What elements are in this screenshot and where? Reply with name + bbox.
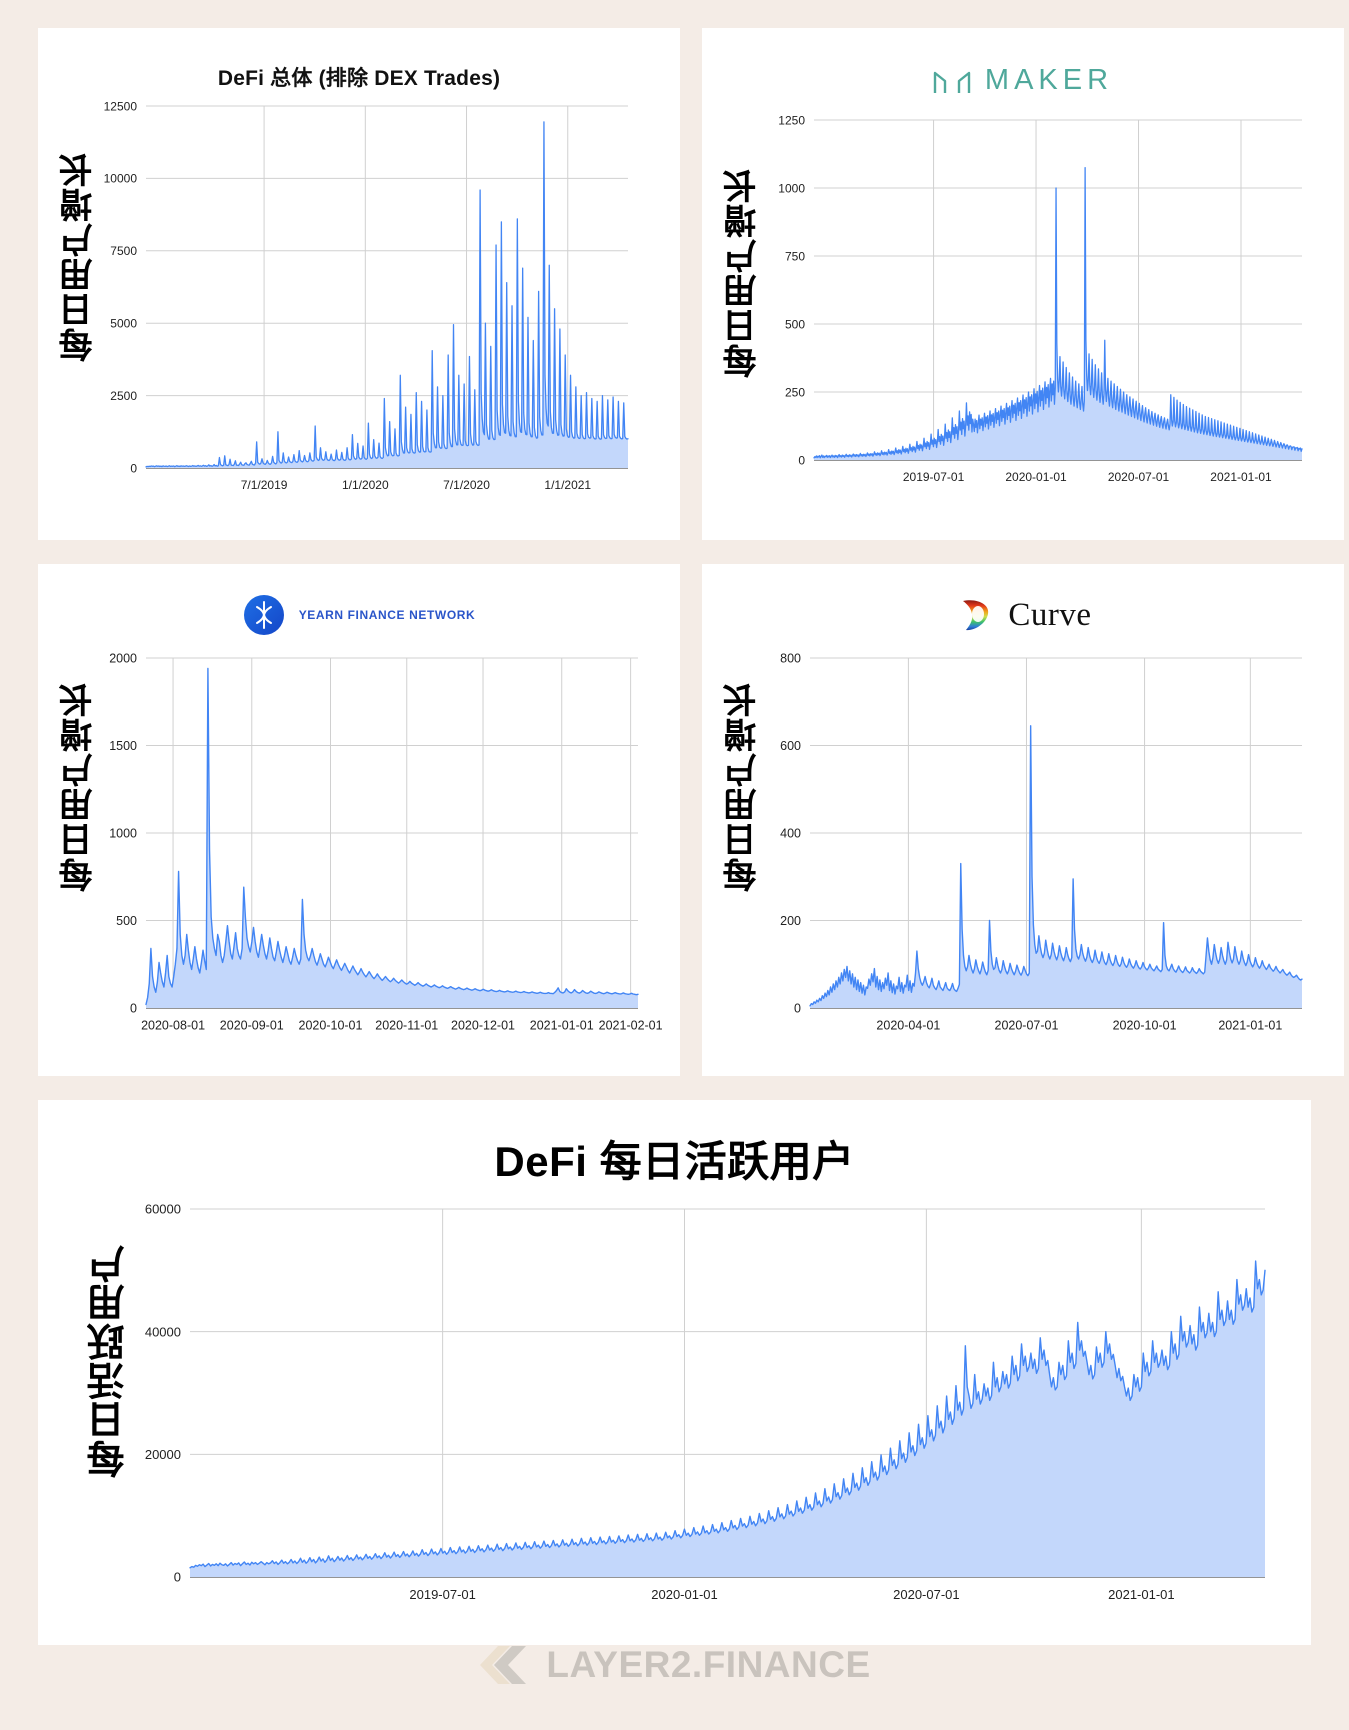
- panel-defi-dau-plot: 0 20000 40000 60000 2019-07-01 2020-01-01 2020…: [38, 1189, 1311, 1629]
- series-area: [814, 167, 1302, 460]
- curve-logo-icon: [963, 600, 989, 631]
- y-tick-label: 0: [794, 1002, 801, 1016]
- maker-logo-icon: [933, 71, 971, 93]
- x-tick-label: 2019-07-01: [409, 1587, 476, 1602]
- x-tick-label: 7/1/2020: [443, 478, 490, 492]
- y-tick-label: 20000: [145, 1447, 181, 1462]
- x-tick-label: 2020-07-01: [1108, 470, 1170, 484]
- maker-logo-text: MAKER: [984, 63, 1114, 96]
- panel-defi-total-plot: 0 2500 5000 7500 10000 12500 7/1/2019 1/1/2020 7…: [38, 92, 680, 512]
- y-tick-label: 12500: [104, 99, 138, 113]
- chart-svg-yearn: 0 500 1000 1500 2000 2020-08-01 2020-09-01 2020…: [109, 652, 663, 1033]
- x-tick-label: 2020-04-01: [876, 1019, 940, 1033]
- panel-yearn-plot: 0 500 1000 1500 2000 2020-08-01 2020-09-01 2020…: [38, 642, 680, 1052]
- x-tick-label: 2019-07-01: [903, 470, 965, 484]
- y-tick-label: 7500: [110, 244, 137, 258]
- series-area: [190, 1261, 1265, 1577]
- x-tick-label: 2021-01-01: [1210, 470, 1272, 484]
- y-tick-label: 1000: [109, 827, 137, 841]
- y-tick-label: 1500: [109, 739, 137, 753]
- x-tick-label: 2020-10-01: [299, 1019, 363, 1033]
- chart-svg-curve: 0 200 400 600 800 2020-04-01 2020-07-01 2020-10…: [780, 652, 1303, 1033]
- layer2-chevron-logo-icon: [480, 1646, 527, 1684]
- x-tick-label: 2021-01-01: [530, 1019, 594, 1033]
- y-tick-label: 0: [798, 453, 805, 467]
- y-tick-label: 200: [780, 914, 801, 928]
- yearn-finance-logo-icon: [243, 595, 284, 635]
- curve-logo-text: Curve: [1008, 596, 1092, 633]
- y-tick-label: 500: [785, 317, 805, 331]
- x-tick-label: 2020-11-01: [375, 1019, 438, 1033]
- x-tick-label: 2020-07-01: [893, 1587, 960, 1602]
- series-area: [146, 668, 638, 1008]
- panel-maker-plot: 0 250 500 750 1000 1250 2019-07-01 2020-01-01 20…: [702, 106, 1344, 504]
- x-tick-label: 2021-01-01: [1108, 1587, 1175, 1602]
- y-tick-label: 2500: [110, 389, 137, 403]
- y-tick-label: 1000: [778, 181, 805, 195]
- y-tick-label: 2000: [109, 652, 137, 666]
- x-tick-label: 7/1/2019: [241, 478, 288, 492]
- x-tick-label: 2020-09-01: [220, 1019, 284, 1033]
- y-tick-label: 1250: [778, 113, 805, 127]
- x-tick-label: 2020-08-01: [141, 1019, 205, 1033]
- panel-defi-total-title: DeFi 总体 (排除 DEX Trades): [217, 67, 501, 90]
- chart-svg-maker: 0 250 500 750 1000 1250 2019-07-01 2020-01-01 20…: [778, 113, 1303, 484]
- panel-yearn: YEARN FINANCE NETWORK 每日用户增长 0 500 1000 150…: [38, 564, 680, 1076]
- panel-maker-brand: MAKER: [702, 28, 1344, 106]
- chart-svg-defi-total: 0 2500 5000 7500 10000 12500 7/1/2019 1/1/2020 7…: [104, 99, 629, 492]
- footer-brand: LAYER2.FINANCE: [0, 1642, 1349, 1688]
- x-tick-label: 2020-12-01: [451, 1019, 515, 1033]
- x-tick-label: 2020-01-01: [1005, 470, 1067, 484]
- panel-defi-dau-title: DeFi 每日活跃用户: [494, 1138, 855, 1185]
- y-tick-label: 5000: [110, 317, 137, 331]
- panel-defi-dau: DeFi 每日活跃用户 每日活跃用户 0 20000 40000 60000 2019-…: [38, 1100, 1311, 1645]
- series-line: [145, 121, 629, 468]
- panel-curve-plot: 0 200 400 600 800 2020-04-01 2020-07-01 2020-10…: [702, 642, 1344, 1052]
- y-tick-label: 60000: [145, 1202, 181, 1217]
- y-tick-label: 500: [116, 914, 137, 928]
- y-tick-label: 0: [130, 461, 137, 475]
- y-tick-label: 750: [785, 249, 805, 263]
- y-tick-label: 40000: [145, 1324, 181, 1339]
- yearn-logo-text: YEARN FINANCE NETWORK: [298, 608, 476, 622]
- panel-defi-total: DeFi 总体 (排除 DEX Trades) 每日用户增长 0 2500 5000…: [38, 28, 680, 540]
- y-tick-label: 10000: [104, 172, 138, 186]
- poster-root: DeFi 总体 (排除 DEX Trades) 每日用户增长 0 2500 5000…: [0, 0, 1349, 1730]
- chart-svg-defi-dau: 0 20000 40000 60000 2019-07-01 2020-01-01 2020…: [145, 1202, 1266, 1602]
- y-tick-label: 0: [174, 1570, 181, 1585]
- x-tick-label: 2020-01-01: [651, 1587, 718, 1602]
- y-tick-label: 400: [780, 827, 801, 841]
- panel-maker: MAKER 每日用户增长 0 250 500 750 1000 1250 2019-07-0…: [702, 28, 1344, 540]
- x-tick-label: 2021-01-01: [1218, 1019, 1282, 1033]
- charts-row-2: YEARN FINANCE NETWORK 每日用户增长 0 500 1000 150…: [0, 540, 1349, 1076]
- x-tick-label: 2021-02-01: [599, 1019, 663, 1033]
- y-tick-label: 0: [130, 1002, 137, 1016]
- panel-curve: Curve 每日用户增长 0 200 400 600 800 2020-04-01 2020…: [702, 564, 1344, 1076]
- charts-row-1: DeFi 总体 (排除 DEX Trades) 每日用户增长 0 2500 5000…: [0, 0, 1349, 540]
- footer-brand-text: LAYER2.FINANCE: [546, 1644, 871, 1685]
- y-tick-label: 800: [780, 652, 801, 666]
- x-tick-label: 1/1/2020: [342, 478, 389, 492]
- panel-yearn-brand: YEARN FINANCE NETWORK: [38, 564, 680, 642]
- series-area: [810, 725, 1302, 1008]
- x-tick-label: 2020-10-01: [1113, 1019, 1177, 1033]
- x-tick-label: 1/1/2021: [544, 478, 591, 492]
- x-tick-label: 2020-07-01: [995, 1019, 1059, 1033]
- panel-curve-brand: Curve: [702, 564, 1344, 642]
- y-tick-label: 600: [780, 739, 801, 753]
- y-tick-label: 250: [785, 385, 805, 399]
